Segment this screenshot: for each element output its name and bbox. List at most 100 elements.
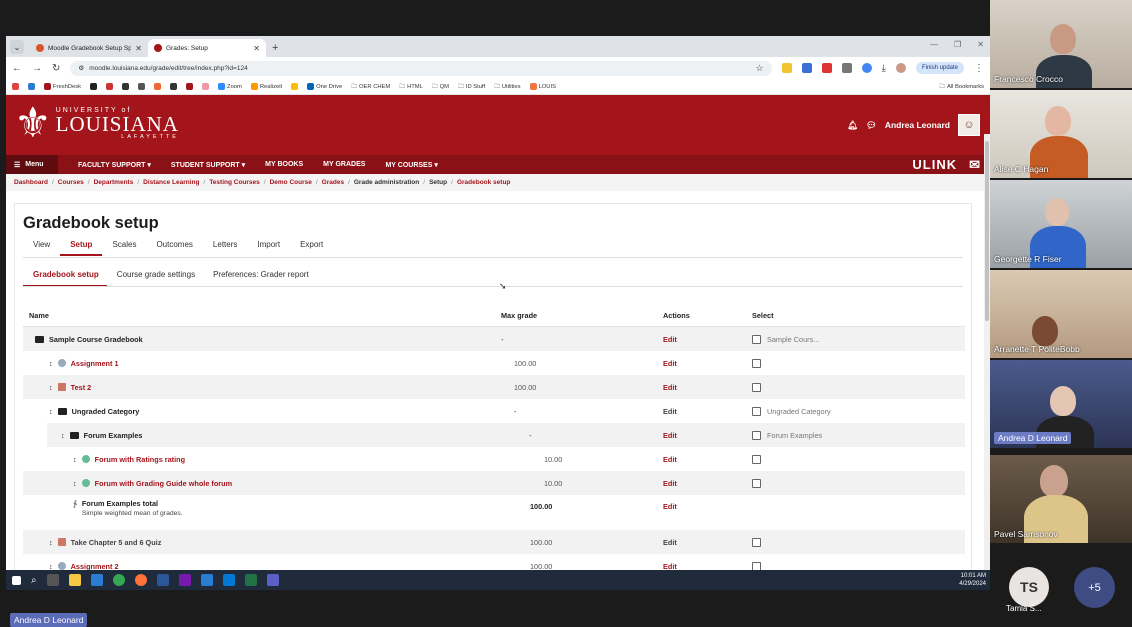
drag-handle-icon[interactable]: ↕ xyxy=(61,431,65,440)
select-checkbox[interactable] xyxy=(752,382,761,392)
app-icon[interactable] xyxy=(90,574,103,586)
tab-setup[interactable]: Setup xyxy=(60,240,103,256)
firefox-icon[interactable] xyxy=(134,574,147,586)
select-checkbox[interactable] xyxy=(752,454,761,464)
kebab-menu-icon[interactable]: ⋮ xyxy=(974,63,984,74)
drag-handle-icon[interactable]: ↕ xyxy=(49,383,53,392)
extension-icon[interactable] xyxy=(801,63,812,73)
menu-button[interactable]: ☰ Menu xyxy=(6,155,58,174)
participant-tile[interactable]: Alise C Hagan xyxy=(990,90,1132,178)
grade-item-link[interactable]: Forum with Grading Guide whole forum xyxy=(95,479,232,488)
tab-gradebook-doc[interactable]: Moodle Gradebook Setup Sp... ✕ xyxy=(30,39,148,57)
more-participants-button[interactable]: +5 xyxy=(1074,567,1115,608)
tab-view[interactable]: View xyxy=(23,240,60,256)
outlook-icon[interactable] xyxy=(28,83,35,90)
task-view-icon[interactable] xyxy=(46,574,59,586)
excel-icon[interactable] xyxy=(244,574,257,586)
crumb-demo-course[interactable]: Demo Course xyxy=(270,179,312,186)
tab-outcomes[interactable]: Outcomes xyxy=(146,240,202,256)
taskbar-clock[interactable]: 10:01 AM 4/29/2024 xyxy=(959,572,986,588)
drag-handle-icon[interactable]: ↕ xyxy=(73,455,77,464)
word-icon[interactable] xyxy=(156,574,169,586)
edit-link[interactable]: Edit xyxy=(663,455,677,464)
edit-link[interactable]: Edit xyxy=(663,407,677,416)
select-checkbox[interactable] xyxy=(752,430,761,440)
crumb-distance-learning[interactable]: Distance Learning xyxy=(143,179,199,186)
url-field[interactable]: ⚙ moodle.louisiana.edu/grade/edit/tree/i… xyxy=(70,60,772,76)
select-checkbox[interactable] xyxy=(752,406,761,416)
bookmark-item[interactable]: FreshDesk xyxy=(44,83,81,90)
drag-handle-icon[interactable]: ↕ xyxy=(49,562,53,571)
chrome-icon[interactable] xyxy=(112,574,125,586)
university-logo[interactable]: ⚜ UNIVERSITY of LOUISIANA LAFAYETTE xyxy=(14,99,179,147)
bookmark-item[interactable]: One Drive xyxy=(307,83,342,90)
participant-tile[interactable]: Arranette T PoliteBobb xyxy=(990,270,1132,358)
participant-tile[interactable]: Andrea D Leonard xyxy=(990,360,1132,448)
select-checkbox[interactable] xyxy=(752,478,761,488)
tab-export[interactable]: Export xyxy=(290,240,333,256)
extension-icon[interactable] xyxy=(821,63,832,73)
grade-item-link[interactable]: Test 2 xyxy=(71,383,92,392)
reload-icon[interactable]: ↻ xyxy=(52,63,60,74)
tab-grades-setup[interactable]: Grades: Setup ✕ xyxy=(148,39,266,57)
crumb-testing-courses[interactable]: Testing Courses xyxy=(209,179,259,186)
finish-update-button[interactable]: Finish update xyxy=(915,62,964,74)
nav-student-support[interactable]: STUDENT SUPPORT ▾ xyxy=(171,161,245,169)
bookmark-icon[interactable] xyxy=(122,83,130,90)
nav-my-courses[interactable]: MY COURSES ▾ xyxy=(385,161,437,169)
scrollbar-thumb[interactable] xyxy=(985,141,989,321)
grade-item-link[interactable]: Forum with Ratings rating xyxy=(95,455,185,464)
app-icon[interactable] xyxy=(200,574,213,586)
crumb-departments[interactable]: Departments xyxy=(94,179,134,186)
bookmark-icon[interactable] xyxy=(106,83,114,90)
participant-tile[interactable]: Pavel Samsonov xyxy=(990,455,1132,543)
subtab-grader-report-prefs[interactable]: Preferences: Grader report xyxy=(203,270,317,287)
bell-icon[interactable]: 🔔︎ xyxy=(847,120,858,131)
puzzle-icon[interactable] xyxy=(841,63,852,73)
new-tab-icon[interactable]: + xyxy=(272,42,278,54)
edit-link[interactable]: Edit xyxy=(663,335,677,344)
search-icon[interactable]: ⌕ xyxy=(31,575,37,586)
participant-avatar[interactable]: TS xyxy=(1009,567,1049,607)
user-name[interactable]: Andrea Leonard xyxy=(885,120,950,130)
drag-handle-icon[interactable]: ↕ xyxy=(49,407,53,416)
subtab-gradebook-setup[interactable]: Gradebook setup xyxy=(23,270,107,287)
crumb-courses[interactable]: Courses xyxy=(58,179,84,186)
drive-icon[interactable] xyxy=(291,83,299,90)
all-bookmarks[interactable]: 🗀 All Bookmarks xyxy=(939,82,984,92)
extension-icon[interactable] xyxy=(781,63,792,73)
outlook-icon[interactable] xyxy=(222,574,235,586)
tab-scales[interactable]: Scales xyxy=(102,240,146,256)
tab-import[interactable]: Import xyxy=(247,240,290,256)
nav-my-books[interactable]: MY BOOKS xyxy=(265,161,303,168)
gmail-icon[interactable] xyxy=(12,83,19,90)
bookmark-folder[interactable]: 🗀 QM xyxy=(432,82,449,92)
grade-item-link[interactable]: Assignment 2 xyxy=(71,562,119,571)
bookmark-item[interactable]: Zoom xyxy=(218,83,242,90)
edit-link[interactable]: Edit xyxy=(663,502,677,511)
bookmark-icon[interactable] xyxy=(90,83,98,90)
forward-icon[interactable]: → xyxy=(32,63,42,74)
avatar[interactable]: ☺ xyxy=(958,114,980,136)
bookmark-folder[interactable]: 🗀 HTML xyxy=(399,82,423,92)
edit-link[interactable]: Edit xyxy=(663,479,677,488)
nav-faculty-support[interactable]: FACULTY SUPPORT ▾ xyxy=(78,161,151,169)
drag-handle-icon[interactable]: ↕ xyxy=(49,359,53,368)
close-tab-icon[interactable]: ✕ xyxy=(253,44,260,53)
file-explorer-icon[interactable] xyxy=(68,574,81,586)
participant-tile[interactable]: Francesco Crocco xyxy=(990,0,1132,88)
bookmark-icon[interactable] xyxy=(170,83,178,90)
drag-handle-icon[interactable]: ↕ xyxy=(73,479,77,488)
bookmark-item[interactable]: Realizeit xyxy=(250,83,282,90)
windows-start-icon[interactable] xyxy=(12,575,21,585)
select-checkbox[interactable] xyxy=(752,358,761,368)
minimize-icon[interactable]: — xyxy=(930,40,938,49)
chat-icon[interactable]: 💬︎ xyxy=(866,120,877,131)
bookmark-icon[interactable] xyxy=(186,83,194,90)
drag-handle-icon[interactable]: ↕ xyxy=(49,538,53,547)
select-checkbox[interactable] xyxy=(752,561,761,570)
participant-tile[interactable]: Georgette R Fiser xyxy=(990,180,1132,268)
edit-link[interactable]: Edit xyxy=(663,383,677,392)
ulink-link[interactable]: ULINK xyxy=(912,157,957,172)
edit-link[interactable]: Edit xyxy=(663,562,677,571)
